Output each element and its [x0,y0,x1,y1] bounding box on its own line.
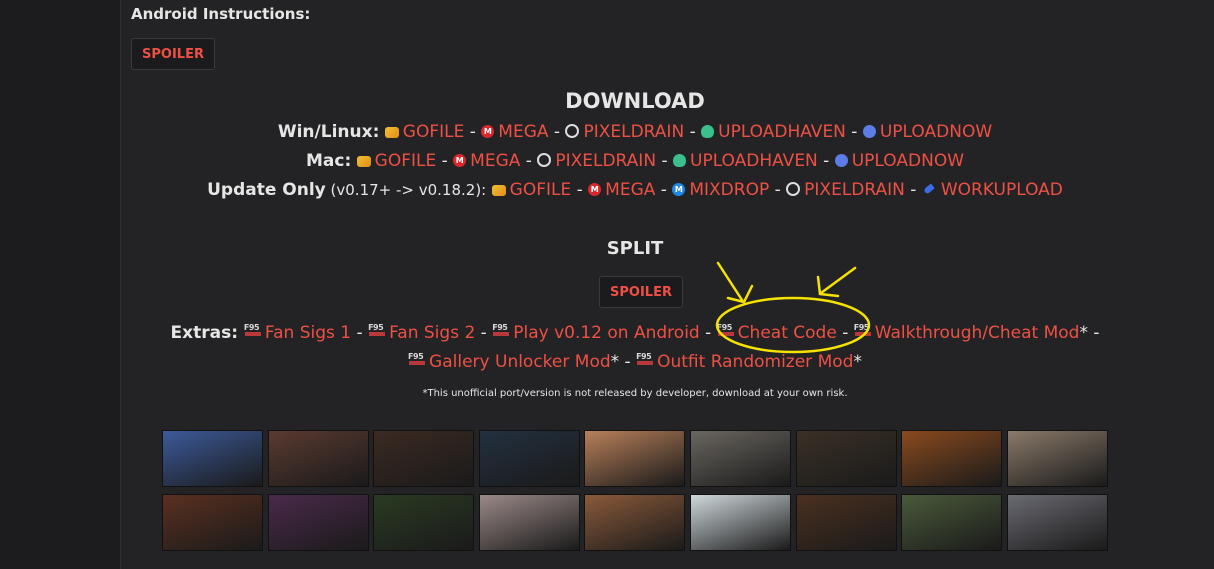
download-link-gofile[interactable]: GOFILE [403,122,465,142]
mega-icon [453,154,467,167]
extras-link[interactable]: Cheat Code [738,323,837,343]
extras-link[interactable]: Gallery Unlocker Mod [429,352,611,372]
gallery-thumbnail[interactable] [1006,430,1108,487]
gallery-thumbnail[interactable] [584,494,686,551]
gallery-thumbnail[interactable] [690,430,791,487]
gallery-thumbnail[interactable] [795,430,897,487]
gofile-icon [491,185,506,196]
uploadhaven-icon [701,125,715,138]
download-link-uploadhaven[interactable]: UPLOADHAVEN [690,151,818,171]
gallery-thumbnail[interactable] [478,494,580,551]
gallery-thumbnail[interactable] [1006,494,1108,551]
gofile-icon [384,127,399,138]
download-link-mixdrop[interactable]: MIXDROP [689,180,769,200]
mega-icon [588,183,602,196]
download-row: Update Only (v0.17+ -> v0.18.2): GOFILE … [121,180,1149,200]
uploadnow-icon [862,125,876,138]
download-link-workupload[interactable]: WORKUPLOAD [941,180,1063,200]
f95-icon [492,323,511,338]
download-link-uploadnow[interactable]: UPLOADNOW [852,151,964,171]
workupload-icon [922,183,937,196]
download-heading: DOWNLOAD [565,89,705,113]
download-link-pixeldrain[interactable]: PIXELDRAIN [555,151,656,171]
f95-icon [717,323,736,338]
gallery-thumbnail[interactable] [901,494,1003,551]
gallery-thumbnail[interactable] [795,494,897,551]
android-spoiler-button[interactable]: SPOILER [131,38,215,70]
download-link-gofile[interactable]: GOFILE [510,180,572,200]
f95-icon [368,323,387,338]
extras-line: Extras: Fan Sigs 1 - Fan Sigs 2 - Play v… [121,323,1149,343]
download-link-gofile[interactable]: GOFILE [375,151,437,171]
download-link-mega[interactable]: MEGA [605,180,655,200]
download-link-pixeldrain[interactable]: PIXELDRAIN [583,122,684,142]
gallery-thumbnail[interactable] [584,430,686,487]
mixdrop-icon [672,183,686,196]
pixeldrain-icon [537,153,552,167]
download-row: Win/Linux: GOFILE - MEGA - PIXELDRAIN - … [121,122,1149,142]
disclaimer-note: *This unofficial port/version is not rel… [422,388,848,399]
download-link-mega[interactable]: MEGA [498,122,548,142]
download-row-label: Update Only [207,180,326,200]
android-instructions-heading: Android Instructions: [131,5,311,23]
gofile-icon [356,156,371,167]
download-row-label: Mac: [305,151,352,171]
f95-icon [408,352,427,367]
extras-label: Extras: [170,323,244,343]
extras-link[interactable]: Play v0.12 on Android [513,323,699,343]
mega-icon [481,125,495,138]
gallery-thumbnail[interactable] [162,430,263,487]
download-row-version: (v0.17+ -> v0.18.2): [325,181,487,199]
gallery-thumbnail[interactable] [478,430,580,487]
gallery-thumbnail[interactable] [373,494,475,551]
pixeldrain-icon [565,124,580,138]
gallery-thumbnail[interactable] [690,494,791,551]
download-link-mega[interactable]: MEGA [470,151,520,171]
uploadnow-icon [834,154,848,167]
split-spoiler-button[interactable]: SPOILER [599,276,683,308]
f95-icon [244,323,263,338]
download-row: Mac: GOFILE - MEGA - PIXELDRAIN - UPLOAD… [121,151,1149,171]
gallery-thumbnail[interactable] [267,494,369,551]
gallery-thumbnail[interactable] [162,494,263,551]
f95-icon [636,352,655,367]
f95-icon [854,323,873,338]
extras-link[interactable]: Fan Sigs 1 [265,323,351,343]
split-heading: SPLIT [606,238,664,259]
uploadhaven-icon [673,154,686,167]
post-content: Android Instructions: SPOILER DOWNLOAD W… [120,0,1214,569]
gallery-thumbnail[interactable] [901,430,1003,487]
gallery-thumbnail[interactable] [373,430,475,487]
extras-link[interactable]: Walkthrough/Cheat Mod [875,323,1080,343]
download-link-uploadnow[interactable]: UPLOADNOW [880,122,992,142]
download-link-pixeldrain[interactable]: PIXELDRAIN [804,180,905,200]
extras-link[interactable]: Outfit Randomizer Mod [657,352,853,372]
download-row-label: Win/Linux: [277,122,380,142]
extras-link[interactable]: Fan Sigs 2 [389,323,475,343]
extras-line: Gallery Unlocker Mod* - Outfit Randomize… [121,352,1149,372]
download-link-uploadhaven[interactable]: UPLOADHAVEN [718,122,846,142]
gallery-thumbnail[interactable] [267,430,369,487]
pixeldrain-icon [786,182,801,196]
